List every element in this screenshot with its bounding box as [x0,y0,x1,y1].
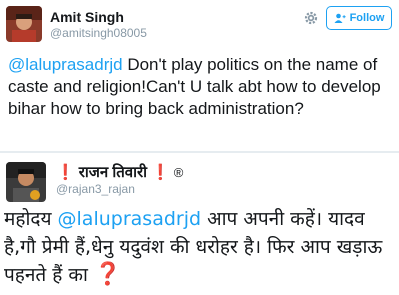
follow-button-label: Follow [349,12,385,24]
user-name-text: राजन तिवारी [78,164,148,181]
follow-button[interactable]: Follow [326,6,392,30]
registered-mark: ® [173,164,184,180]
avatar-image [6,162,46,202]
avatar[interactable] [6,6,42,42]
exclamation-icon-left: ❗ [56,164,75,181]
mention-link[interactable]: @laluprasadrjd [58,208,202,230]
tweet-card-rajan-tiwari: ❗ राजन तिवारी ❗ ® @rajan3_rajan महोदय @l… [0,153,399,295]
tweet-text-prefix: महोदय [4,208,58,230]
user-handle[interactable]: @amitsingh08005 [50,26,147,40]
user-handle[interactable]: @rajan3_rajan [56,182,135,196]
question-mark-icon: ❓ [93,262,122,287]
exclamation-icon-right: ❗ [151,164,170,181]
tweet-card-amit-singh: Amit Singh @amitsingh08005 Follow @lalup… [0,0,399,153]
user-name[interactable]: Amit Singh [50,9,124,25]
person-add-icon [334,13,346,23]
avatar-image [6,6,42,42]
mention-link[interactable]: @laluprasadrjd [8,55,123,74]
tweet-text: महोदय @laluprasadrjd आप अपनी कहें। यादव … [4,205,396,289]
avatar[interactable] [6,162,46,202]
tweet-text: @laluprasadrjd Don't play politics on th… [8,54,393,120]
gear-icon[interactable] [303,10,319,26]
user-name[interactable]: ❗ राजन तिवारी ❗ ® [56,162,183,182]
